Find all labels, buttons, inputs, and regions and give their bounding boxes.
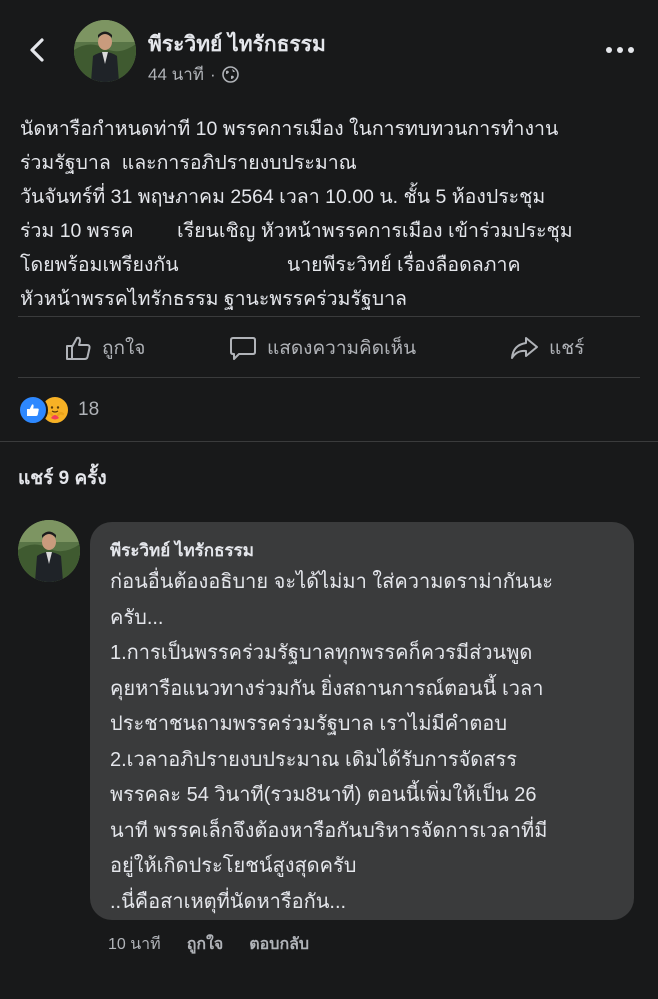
comment-footer: 10 นาที ถูกใจ ตอบกลับ: [108, 932, 309, 957]
comment-bubble-icon: [230, 337, 256, 360]
like-icon: [18, 395, 48, 425]
commenter-avatar[interactable]: [18, 520, 80, 582]
comment-reply-button[interactable]: ตอบกลับ: [249, 932, 309, 957]
share-arrow-icon: [511, 337, 538, 359]
chevron-left-icon: [30, 38, 44, 62]
comment-line: คุยหารือแนวทางร่วมกัน ยิ่งสถานการณ์ตอนนี…: [110, 677, 544, 700]
share-count[interactable]: แชร์ 9 ครั้ง: [18, 463, 107, 493]
post-text: นัดหารือกำหนดท่าที 10 พรรคการเมือง ในการ…: [20, 112, 645, 316]
thumbs-up-icon: [66, 336, 91, 360]
post-line: ร่วมรัฐบาล และการอภิปรายงบประมาณ: [20, 152, 357, 174]
post-line: ร่วม 10 พรรค เรียนเชิญ หัวหน้าพรรคการเมื…: [20, 220, 573, 242]
more-dots-icon: [606, 47, 634, 53]
comment-line: นาที พรรคเล็กจึงต้องหารือกันบริหารจัดการ…: [110, 819, 548, 842]
meta-separator: ·: [210, 64, 216, 84]
comment-timestamp[interactable]: 10 นาที: [108, 932, 161, 957]
post-timestamp[interactable]: 44 นาที: [148, 61, 204, 88]
comment-line: ประชาชนถามพรรคร่วมรัฐบาล เราไม่มีคำตอบ: [110, 713, 508, 735]
commenter-name[interactable]: พีระวิทย์ ไทรักธรรม: [110, 537, 254, 564]
reactions-summary[interactable]: 18: [18, 395, 100, 425]
comment-line: 2.เวลาอภิปรายงบประมาณ เดิมได้รับการจัดสร…: [110, 748, 517, 771]
author-name[interactable]: พีระวิทย์ ไทรักธรรม: [148, 28, 326, 61]
post-line: วันจันทร์ที่ 31 พฤษภาคม 2564 เวลา 10.00 …: [20, 186, 546, 208]
comment-text: ก่อนอื่นต้องอธิบาย จะได้ไม่มา ใส่ความดรา…: [110, 565, 630, 920]
share-label: แชร์: [549, 338, 585, 359]
like-button[interactable]: ถูกใจ: [64, 330, 145, 366]
post-meta: 44 นาที ·: [148, 61, 239, 88]
comment-button[interactable]: แสดงความคิดเห็น: [229, 330, 416, 366]
comment-line: ก่อนอื่นต้องอธิบาย จะได้ไม่มา ใส่ความดรา…: [110, 571, 553, 593]
divider: [18, 316, 640, 317]
more-options-button[interactable]: [603, 38, 637, 62]
avatar-photo: [18, 520, 80, 582]
comment-line: อยู่ให้เกิดประโยชน์สูงสุดครับ: [110, 855, 357, 877]
post-line: นัดหารือกำหนดท่าที 10 พรรคการเมือง ในการ…: [20, 118, 559, 140]
post-line: โดยพร้อมเพรียงกัน นายพีระวิทย์ เรื่องลือ…: [20, 254, 521, 276]
avatar-photo: [74, 20, 136, 82]
back-button[interactable]: [20, 28, 54, 72]
section-divider: [0, 441, 658, 442]
share-button[interactable]: แชร์: [509, 330, 584, 366]
divider: [18, 377, 640, 378]
globe-icon: [221, 66, 239, 83]
comment-label: แสดงความคิดเห็น: [267, 338, 417, 359]
comment-like-button[interactable]: ถูกใจ: [187, 932, 224, 957]
comment-line: ครับ...: [110, 606, 164, 629]
post-line: หัวหน้าพรรคไทรักธรรม ฐานะพรรคร่วมรัฐบาล: [20, 288, 407, 310]
comment-line: พรรคละ 54 วินาที(รวม8นาที) ตอนนี้เพิ่มให…: [110, 784, 537, 806]
comment-line: ..นี่คือสาเหตุที่นัดหารือกัน...: [110, 890, 347, 913]
author-avatar[interactable]: [74, 20, 136, 82]
like-label: ถูกใจ: [102, 338, 146, 359]
comment-line: 1.การเป็นพรรคร่วมรัฐบาลทุกพรรคก็ควรมีส่ว…: [110, 642, 533, 664]
reaction-count: 18: [78, 399, 100, 420]
